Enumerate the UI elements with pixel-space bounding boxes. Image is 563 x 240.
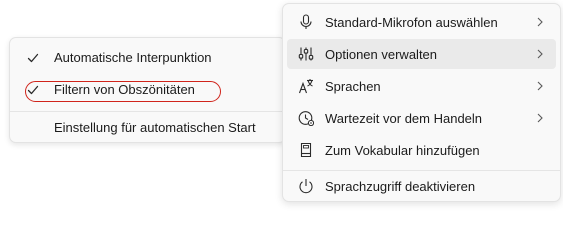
menu-item-label: Optionen verwalten	[325, 47, 438, 62]
microphone-icon	[298, 14, 314, 30]
checkmark-icon	[26, 51, 40, 65]
menu-item-default-microphone[interactable]: Standard-Mikrofon auswählen	[287, 7, 556, 37]
menu-item-label: Einstellung für automatischen Start	[54, 120, 256, 135]
timer-icon	[298, 110, 314, 126]
chevron-right-icon	[536, 81, 544, 91]
vocabulary-icon	[298, 142, 314, 158]
menu-item-label: Automatische Interpunktion	[54, 50, 212, 65]
power-icon	[298, 178, 314, 194]
menu-item-profanity-filter[interactable]: Filtern von Obszönitäten	[14, 76, 281, 104]
menu-item-label: Sprachen	[325, 79, 381, 94]
menu-item-label: Filtern von Obszönitäten	[54, 82, 195, 97]
menu-item-disable-voice-access[interactable]: Sprachzugriff deaktivieren	[287, 171, 556, 201]
menu-item-wait-time[interactable]: Wartezeit vor dem Handeln	[287, 103, 556, 133]
options-submenu: Automatische Interpunktion Filtern von O…	[9, 37, 286, 143]
menu-item-auto-start-setting[interactable]: Einstellung für automatischen Start	[14, 114, 281, 142]
menu-item-add-to-vocabulary[interactable]: Zum Vokabular hinzufügen	[287, 135, 556, 165]
menu-item-label: Zum Vokabular hinzufügen	[325, 143, 480, 158]
options-icon	[298, 46, 314, 62]
chevron-right-icon	[536, 49, 544, 59]
menu-item-manage-options[interactable]: Optionen verwalten	[287, 39, 556, 69]
language-icon	[298, 78, 314, 94]
menu-item-label: Wartezeit vor dem Handeln	[325, 111, 483, 126]
voice-access-menu: Standard-Mikrofon auswählen Optionen ver…	[282, 3, 561, 202]
menu-item-label: Standard-Mikrofon auswählen	[325, 15, 498, 30]
menu-item-label: Sprachzugriff deaktivieren	[325, 179, 476, 194]
menu-divider	[10, 111, 285, 112]
menu-item-automatic-punctuation[interactable]: Automatische Interpunktion	[14, 44, 281, 72]
chevron-right-icon	[536, 17, 544, 27]
chevron-right-icon	[536, 113, 544, 123]
menu-item-languages[interactable]: Sprachen	[287, 71, 556, 101]
checkmark-icon	[26, 83, 40, 97]
